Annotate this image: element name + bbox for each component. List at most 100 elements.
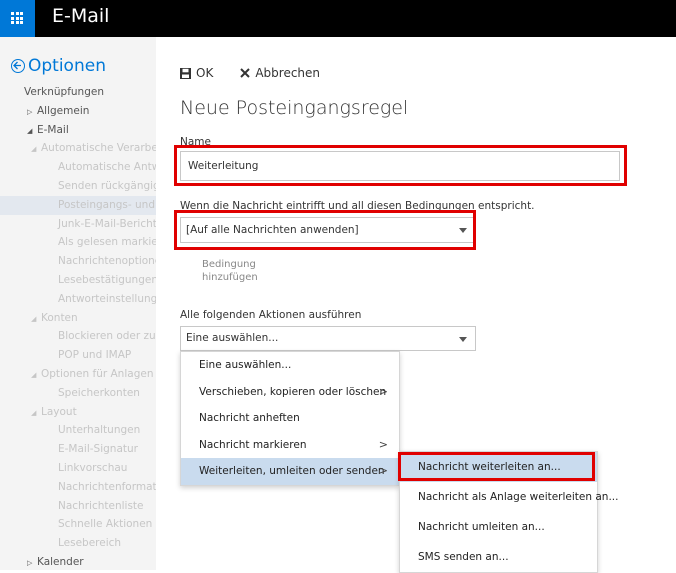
cancel-button[interactable]: Abbrechen: [240, 66, 320, 80]
sidebar-item[interactable]: ◢ Automatische Verarbeitung: [0, 139, 156, 158]
action-menu-item[interactable]: Eine auswählen...: [181, 352, 399, 379]
action-menu-item[interactable]: Verschieben, kopieren oder löschen >: [181, 379, 399, 406]
sidebar-item[interactable]: ◢ Layout: [0, 403, 156, 422]
sidebar-item-label: E-Mail-Signatur: [58, 443, 138, 456]
sidebar-item-label: POP und IMAP: [58, 349, 132, 362]
sidebar-item[interactable]: Nachrichtenformat: [0, 478, 156, 497]
options-sidebar: Optionen Verknüpfungen ▷ Allgemein ◢ E-Mail ◢…: [0, 37, 156, 570]
condition-selected-value: [Auf alle Nachrichten anwenden]: [186, 224, 359, 236]
actions-label: Alle folgenden Aktionen ausführen: [180, 309, 362, 321]
expanded-arrow-icon: ◢: [31, 370, 37, 379]
sidebar-item-label: Optionen für Anlagen: [41, 367, 154, 380]
sidebar-item[interactable]: Linkvorschau: [0, 459, 156, 478]
page-title: Neue Posteingangsregel: [180, 97, 409, 119]
forward-menu-item[interactable]: Nachricht weiterleiten an...: [400, 452, 597, 482]
sidebar-item-label: Schnelle Aktionen: [58, 518, 153, 531]
sidebar-item[interactable]: Senden rückgängig machen: [0, 177, 156, 196]
chevron-down-icon: [459, 228, 467, 233]
add-condition-text-1: Bedingung: [202, 259, 256, 270]
chevron-right-icon: >: [378, 437, 388, 451]
sidebar-item[interactable]: Junk-E-Mail-Berichterstattung: [0, 215, 156, 234]
sidebar-item-label: Antworteinstellungen: [58, 292, 156, 305]
forward-menu-item[interactable]: Nachricht umleiten an...: [400, 512, 597, 542]
save-icon: [180, 67, 191, 79]
forward-menu-item[interactable]: SMS senden an...: [400, 542, 597, 572]
options-back-button[interactable]: Optionen: [11, 56, 106, 76]
sidebar-item[interactable]: ◢ E-Mail: [0, 121, 156, 140]
sidebar-item[interactable]: ◢ Optionen für Anlagen: [0, 365, 156, 384]
action-menu-item-label: Nachricht markieren: [199, 438, 307, 451]
ok-button[interactable]: OK: [180, 66, 213, 80]
sidebar-nav: Verknüpfungen ▷ Allgemein ◢ E-Mail ◢ Automatis…: [0, 83, 156, 570]
sidebar-item[interactable]: Nachrichtenliste: [0, 497, 156, 516]
forward-menu-item[interactable]: Nachricht als Anlage weiterleiten an...: [400, 482, 618, 512]
sidebar-item-label: Kalender: [37, 555, 84, 568]
sidebar-item[interactable]: ▷ Allgemein: [0, 102, 156, 121]
sidebar-item-label: Linkvorschau: [58, 461, 128, 474]
sidebar-item[interactable]: Nachrichtenoptionen: [0, 252, 156, 271]
action-menu-item-label: Nachricht anheften: [199, 412, 300, 424]
sidebar-item[interactable]: Verknüpfungen: [0, 83, 156, 102]
collapsed-arrow-icon: ▷: [27, 558, 33, 567]
forward-submenu: Nachricht weiterleiten an... Nachricht al…: [399, 451, 618, 573]
sidebar-item-label: Verknüpfungen: [24, 86, 104, 98]
waffle-icon: [11, 12, 23, 24]
expanded-arrow-icon: ◢: [31, 408, 37, 417]
top-bar: E-Mail: [0, 0, 676, 37]
sidebar-item-label: Nachrichtenoptionen: [58, 255, 156, 268]
sidebar-item-label: Junk-E-Mail-Berichterstattung: [58, 217, 156, 230]
sidebar-item-label: Nachrichtenformat: [58, 480, 156, 493]
ok-label: OK: [196, 66, 214, 80]
action-dropdown-menu: Eine auswählen... Verschieben, kopieren o…: [180, 351, 400, 486]
sidebar-item-label: Automatische Verarbeitung: [41, 142, 156, 155]
sidebar-item[interactable]: Lesebereich: [0, 534, 156, 553]
sidebar-item-label: Speicherkonten: [58, 386, 140, 399]
sidebar-item-label: Allgemein: [37, 104, 90, 117]
sidebar-item[interactable]: Als gelesen markieren: [0, 233, 156, 252]
conditions-label: Wenn die Nachricht eintrifft und all die…: [180, 200, 535, 212]
chevron-down-icon: [459, 336, 467, 342]
sidebar-item[interactable]: Automatische Antworten: [0, 158, 156, 177]
sidebar-item-label: Lesebereich: [58, 537, 122, 550]
sidebar-item-label: Konten: [41, 311, 78, 324]
sidebar-item[interactable]: Unterhaltungen: [0, 421, 156, 440]
action-dropdown[interactable]: Eine auswählen...: [180, 326, 476, 351]
action-selected-value: Eine auswählen...: [186, 332, 279, 344]
sidebar-item[interactable]: ▷ Kalender: [0, 553, 156, 570]
sidebar-item-label: Lesebestätigungen: [58, 273, 156, 286]
sidebar-item-label: Automatische Antworten: [58, 161, 156, 174]
sidebar-item[interactable]: Schnelle Aktionen: [0, 515, 156, 534]
condition-dropdown[interactable]: [Auf alle Nachrichten anwenden]: [180, 217, 476, 243]
sidebar-item-label: E-Mail: [37, 123, 69, 136]
app-title: E-Mail: [52, 5, 110, 27]
action-menu-item[interactable]: Weiterleiten, umleiten oder senden >: [181, 458, 399, 485]
cancel-label: Abbrechen: [255, 66, 321, 80]
action-menu-item[interactable]: Nachricht anheften: [181, 405, 399, 432]
action-menu-item[interactable]: Nachricht markieren >: [181, 432, 399, 459]
chevron-right-icon: >: [378, 384, 388, 398]
sidebar-item[interactable]: Antworteinstellungen: [0, 290, 156, 309]
sidebar-item[interactable]: E-Mail-Signatur: [0, 440, 156, 459]
sidebar-item[interactable]: ◢ Konten: [0, 309, 156, 328]
sidebar-item[interactable]: POP und IMAP: [0, 346, 156, 365]
sidebar-item-label: Als gelesen markieren: [58, 236, 156, 249]
sidebar-item[interactable]: Lesebestätigungen: [0, 271, 156, 290]
back-arrow-icon: [11, 59, 25, 73]
sidebar-item-label: Unterhaltungen: [58, 424, 141, 437]
app-launcher-button[interactable]: [0, 0, 35, 37]
expanded-arrow-icon: ◢: [31, 314, 37, 323]
toolbar: OK Abbrechen: [180, 66, 347, 80]
expanded-arrow-icon: ◢: [27, 126, 33, 135]
add-condition-link[interactable]: Bedingung hinzufügen: [202, 258, 258, 284]
name-label: Name: [180, 136, 211, 148]
action-menu-item-label: Verschieben, kopieren oder löschen: [199, 385, 387, 398]
sidebar-item[interactable]: Speicherkonten: [0, 384, 156, 403]
sidebar-item-label: Senden rückgängig machen: [58, 179, 156, 192]
forward-menu-item-label: Nachricht als Anlage weiterleiten an...: [418, 491, 619, 503]
add-condition-text-2: hinzufügen: [202, 272, 258, 283]
forward-menu-item-label: SMS senden an...: [418, 551, 509, 563]
forward-menu-item-label: Nachricht umleiten an...: [418, 521, 545, 533]
sidebar-item[interactable]: Posteingangs- und Aufräumregeln: [0, 195, 156, 215]
rule-name-input[interactable]: Weiterleitung: [180, 151, 620, 181]
sidebar-item[interactable]: Blockieren oder zulassen: [0, 327, 156, 346]
